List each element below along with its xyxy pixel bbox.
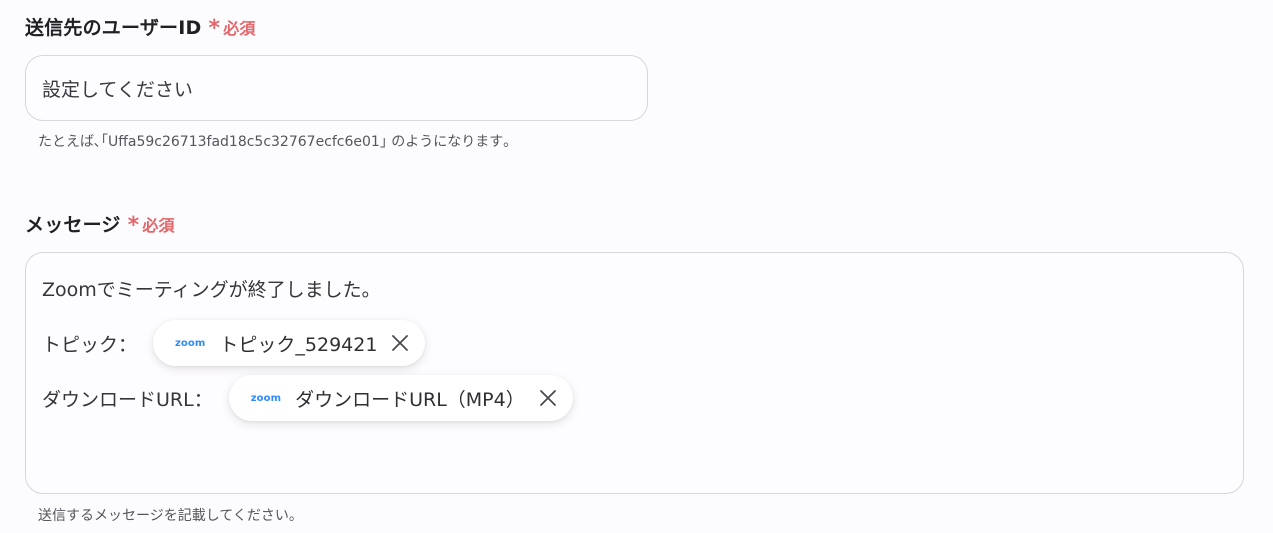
message-line-topic: トピック： zoom トピック_529421 [42, 320, 426, 366]
asterisk-icon: * [127, 212, 140, 238]
recipient-field-label: 送信先のユーザーID [25, 17, 202, 39]
download-url-variable-chip[interactable]: zoom ダウンロードURL（MP4） [228, 375, 573, 421]
recipient-user-id-input[interactable]: 設定してください [25, 55, 648, 121]
required-text: 必須 [223, 18, 256, 38]
topic-prefix: トピック： [42, 333, 138, 356]
message-line-url: ダウンロードURL： zoom ダウンロードURL（MP4） [42, 375, 573, 421]
url-prefix: ダウンロードURL： [42, 388, 213, 411]
zoom-logo-icon: zoom [250, 392, 282, 404]
message-field-label: メッセージ [25, 214, 121, 236]
required-indicator: * 必須 [128, 212, 175, 236]
chip-label: トピック_529421 [219, 333, 378, 356]
recipient-field-label-row: 送信先のユーザーID * 必須 [25, 13, 256, 40]
chip-label: ダウンロードURL（MP4） [295, 388, 525, 411]
required-indicator: * 必須 [208, 15, 255, 39]
recipient-input-placeholder: 設定してください [42, 78, 193, 101]
message-field-hint: 送信するメッセージを記載してください。 [38, 508, 303, 524]
topic-variable-chip[interactable]: zoom トピック_529421 [153, 320, 426, 366]
asterisk-icon: * [208, 15, 221, 41]
message-line-1: Zoomでミーティングが終了しました。 [42, 279, 381, 301]
required-text: 必須 [142, 215, 175, 235]
close-icon[interactable] [537, 387, 559, 409]
recipient-field-hint: たとえば､｢Uffa59c26713fad18c5c32767ecfc6e01｣… [38, 134, 511, 150]
zoom-logo-icon: zoom [175, 337, 206, 349]
message-textarea[interactable]: Zoomでミーティングが終了しました。 トピック： zoom トピック_5294… [25, 252, 1244, 494]
close-icon[interactable] [389, 332, 411, 354]
message-field-label-row: メッセージ * 必須 [25, 210, 175, 237]
